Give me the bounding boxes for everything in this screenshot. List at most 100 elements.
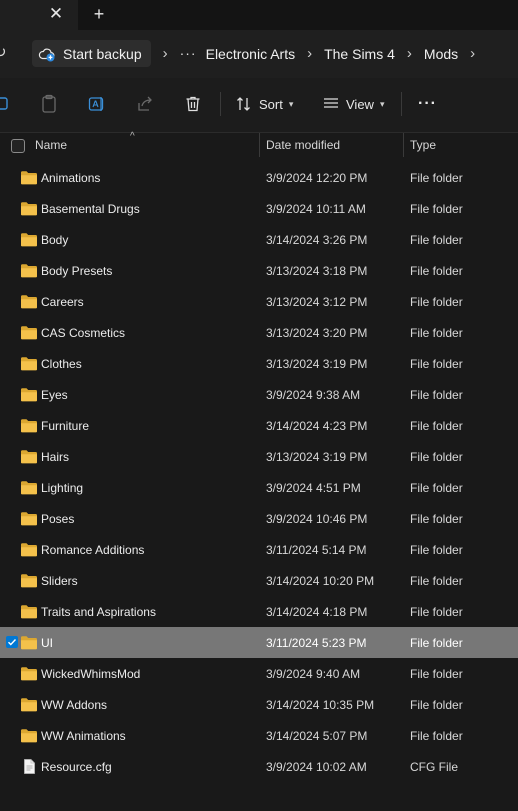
folder-icon xyxy=(20,449,38,464)
file-date-modified: 3/9/2024 4:51 PM xyxy=(266,481,361,495)
file-date-modified: 3/9/2024 9:40 AM xyxy=(266,667,361,681)
file-type: File folder xyxy=(410,264,463,278)
file-name: Lighting xyxy=(41,481,84,495)
table-row[interactable]: Poses 3/9/2024 10:46 PM File folder xyxy=(0,503,518,534)
cloud-backup-icon xyxy=(38,48,55,61)
breadcrumb-the-sims-4[interactable]: The Sims 4 xyxy=(324,46,395,62)
folder-icon xyxy=(20,387,38,402)
table-row[interactable]: Eyes 3/9/2024 9:38 AM File folder xyxy=(0,379,518,410)
delete-button[interactable] xyxy=(184,93,202,115)
folder-icon xyxy=(20,604,38,619)
table-row[interactable]: Hairs 3/13/2024 3:19 PM File folder xyxy=(0,441,518,472)
file-date-modified: 3/14/2024 10:35 PM xyxy=(266,698,375,712)
row-checkbox[interactable] xyxy=(6,636,18,648)
chevron-right-icon[interactable]: › xyxy=(151,40,180,67)
file-date-modified: 3/9/2024 10:02 AM xyxy=(266,760,367,774)
file-date-modified: 3/11/2024 5:23 PM xyxy=(266,636,367,650)
file-type: File folder xyxy=(410,295,463,309)
file-date-modified: 3/14/2024 4:18 PM xyxy=(266,605,368,619)
table-row[interactable]: Traits and Aspirations 3/14/2024 4:18 PM F… xyxy=(0,596,518,627)
breadcrumb-overflow-button[interactable]: ··· xyxy=(180,40,206,67)
view-button[interactable]: View ▾ xyxy=(323,93,384,115)
copy-button[interactable] xyxy=(0,93,10,115)
rename-icon xyxy=(88,97,104,111)
file-type: File folder xyxy=(410,419,463,433)
column-resize-handle[interactable] xyxy=(259,133,260,157)
file-name: Eyes xyxy=(41,388,68,402)
breadcrumb-mods[interactable]: Mods xyxy=(424,46,458,62)
file-type: File folder xyxy=(410,388,463,402)
file-date-modified: 3/13/2024 3:20 PM xyxy=(266,326,368,340)
file-date-modified: 3/13/2024 3:19 PM xyxy=(266,450,368,464)
breadcrumb-electronic-arts[interactable]: Electronic Arts xyxy=(206,46,295,62)
table-row[interactable]: Careers 3/13/2024 3:12 PM File folder xyxy=(0,286,518,317)
file-type: File folder xyxy=(410,574,463,588)
file-name: UI xyxy=(41,636,53,650)
table-row[interactable]: Basemental Drugs 3/9/2024 10:11 AM File fo… xyxy=(0,193,518,224)
refresh-icon[interactable]: ↻ xyxy=(0,44,10,62)
column-resize-handle[interactable] xyxy=(403,133,404,157)
column-header-name[interactable]: Name xyxy=(35,138,67,152)
copy-icon xyxy=(0,97,8,110)
folder-icon xyxy=(20,511,38,526)
table-row[interactable]: WW Animations 3/14/2024 5:07 PM File folde… xyxy=(0,720,518,751)
chevron-down-icon: ▾ xyxy=(288,98,294,109)
table-row[interactable]: Furniture 3/14/2024 4:23 PM File folder xyxy=(0,410,518,441)
column-header-row: ^ Name Date modified Type xyxy=(0,131,518,159)
folder-icon xyxy=(20,170,38,185)
table-row-selected[interactable]: UI 3/11/2024 5:23 PM File folder xyxy=(0,627,518,658)
chevron-right-icon[interactable]: › xyxy=(295,40,324,67)
start-backup-label: Start backup xyxy=(63,45,142,62)
folder-icon xyxy=(20,294,38,309)
file-name: WW Animations xyxy=(41,729,126,743)
tab-current[interactable]: ✕ xyxy=(0,0,78,30)
table-row[interactable]: Body 3/14/2024 3:26 PM File folder xyxy=(0,224,518,255)
file-icon xyxy=(20,759,38,774)
file-type: File folder xyxy=(410,667,463,681)
sort-button[interactable]: Sort ▾ xyxy=(236,93,293,115)
table-row[interactable]: Sliders 3/14/2024 10:20 PM File folder xyxy=(0,565,518,596)
share-button[interactable] xyxy=(136,93,154,115)
folder-icon xyxy=(20,635,38,650)
table-row[interactable]: WW Addons 3/14/2024 10:35 PM File folder xyxy=(0,689,518,720)
file-type: File folder xyxy=(410,326,463,340)
table-row[interactable]: Body Presets 3/13/2024 3:18 PM File folder xyxy=(0,255,518,286)
paste-button[interactable] xyxy=(40,93,58,115)
close-tab-button[interactable]: ✕ xyxy=(48,5,64,23)
new-tab-button[interactable]: + xyxy=(90,5,108,23)
table-row[interactable]: Lighting 3/9/2024 4:51 PM File folder xyxy=(0,472,518,503)
start-backup-button[interactable]: Start backup xyxy=(32,40,151,67)
share-icon xyxy=(138,96,152,111)
select-all-checkbox[interactable] xyxy=(11,139,25,153)
file-name: Animations xyxy=(41,171,101,185)
file-name: Basemental Drugs xyxy=(41,202,140,216)
file-type: File folder xyxy=(410,481,463,495)
table-row[interactable]: Resource.cfg 3/9/2024 10:02 AM CFG File xyxy=(0,751,518,782)
file-date-modified: 3/9/2024 9:38 AM xyxy=(266,388,361,402)
rename-button[interactable] xyxy=(88,93,106,115)
table-row[interactable]: Romance Additions 3/11/2024 5:14 PM File f… xyxy=(0,534,518,565)
table-row[interactable]: CAS Cosmetics 3/13/2024 3:20 PM File folde… xyxy=(0,317,518,348)
file-date-modified: 3/9/2024 10:11 AM xyxy=(266,202,366,216)
column-header-type[interactable]: Type xyxy=(410,138,436,152)
column-header-date-modified[interactable]: Date modified xyxy=(266,138,340,152)
file-type: File folder xyxy=(410,202,463,216)
file-name: Hairs xyxy=(41,450,70,464)
paste-icon xyxy=(42,94,56,113)
tab-strip: ✕ + xyxy=(0,0,518,30)
file-name: CAS Cosmetics xyxy=(41,326,126,340)
file-type: File folder xyxy=(410,450,463,464)
file-name: Resource.cfg xyxy=(41,760,112,774)
chevron-right-icon[interactable]: › xyxy=(395,40,424,67)
folder-icon xyxy=(20,201,38,216)
folder-icon xyxy=(20,542,38,557)
table-row[interactable]: Clothes 3/13/2024 3:19 PM File folder xyxy=(0,348,518,379)
command-bar: Sort ▾ View ▾ ··· xyxy=(0,78,518,133)
chevron-right-icon[interactable]: › xyxy=(458,40,487,67)
file-type: File folder xyxy=(410,543,463,557)
file-name: Furniture xyxy=(41,419,90,433)
more-options-button[interactable]: ··· xyxy=(418,93,437,115)
table-row[interactable]: WickedWhimsMod 3/9/2024 9:40 AM File folde… xyxy=(0,658,518,689)
file-date-modified: 3/14/2024 10:20 PM xyxy=(266,574,375,588)
table-row[interactable]: Animations 3/9/2024 12:20 PM File folder xyxy=(0,162,518,193)
